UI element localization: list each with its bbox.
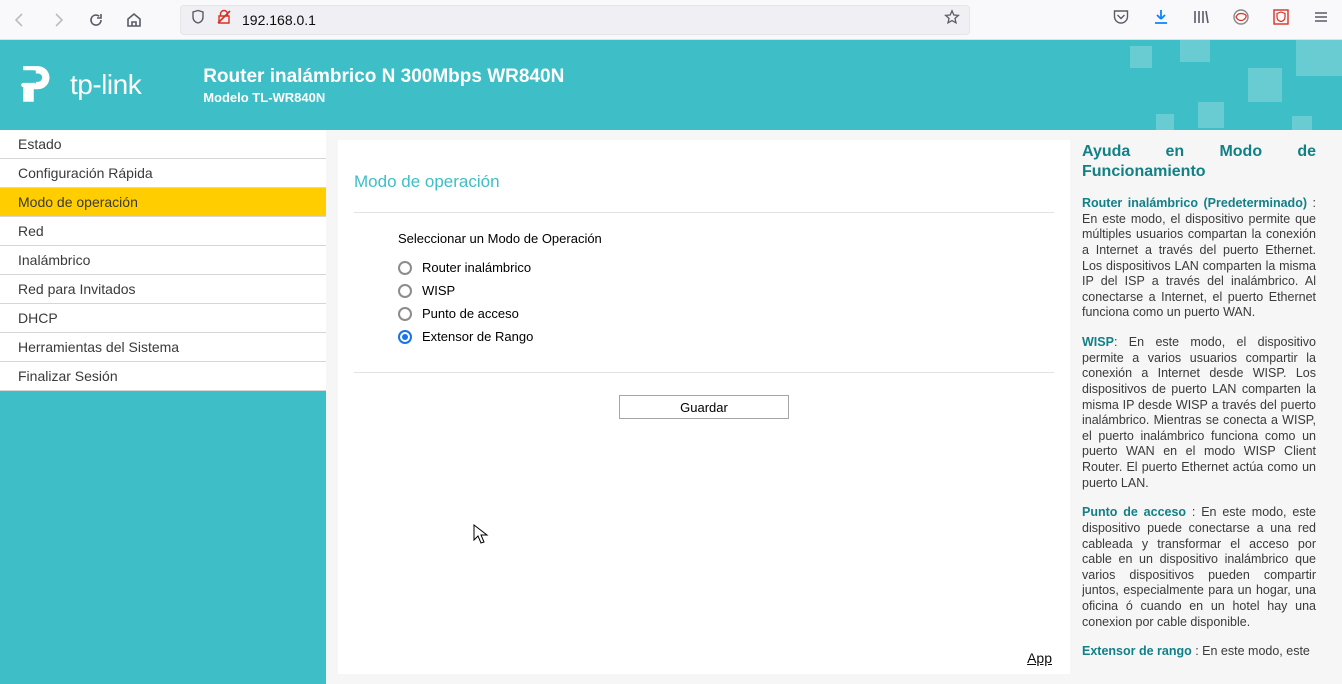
help-body: : En este modo, este: [1192, 644, 1310, 658]
url-text: 192.168.0.1: [242, 12, 934, 28]
sidebar-item-logout[interactable]: Finalizar Sesión: [0, 362, 326, 391]
form-legend: Seleccionar un Modo de Operación: [398, 231, 1054, 246]
help-lead: Punto de acceso: [1082, 505, 1186, 519]
tplink-logo-icon: [18, 64, 60, 106]
radio-label: WISP: [422, 283, 455, 298]
help-paragraph: Router inalámbrico (Predeterminado) : En…: [1082, 196, 1316, 321]
forward-icon[interactable]: [50, 12, 66, 28]
help-body: : En este modo, el dispositivo permite q…: [1082, 196, 1316, 319]
sidebar-item-network[interactable]: Red: [0, 217, 326, 246]
sidebar-item-operation-mode[interactable]: Modo de operación: [0, 188, 326, 217]
radio-icon: [398, 330, 412, 344]
app-subtitle: Modelo TL-WR840N: [203, 90, 564, 105]
sidebar-item-label: Modo de operación: [18, 194, 138, 210]
nav-buttons: [12, 12, 142, 28]
browser-chrome: 192.168.0.1: [0, 0, 1342, 40]
help-lead: Extensor de rango: [1082, 644, 1192, 658]
pocket-icon[interactable]: [1112, 8, 1130, 31]
help-paragraph: Punto de acceso : En este modo, este dis…: [1082, 505, 1316, 630]
sidebar-item-label: Red: [18, 223, 44, 239]
radio-label: Router inalámbrico: [422, 260, 531, 275]
sidebar-item-label: Red para Invitados: [18, 281, 136, 297]
main-area: Modo de operación Seleccionar un Modo de…: [326, 130, 1342, 684]
sidebar-item-dhcp[interactable]: DHCP: [0, 304, 326, 333]
brand-text: tp-link: [70, 69, 141, 101]
lock-insecure-icon[interactable]: [216, 9, 232, 30]
sidebar-item-label: DHCP: [18, 310, 58, 326]
sidebar-item-quicksetup[interactable]: Configuración Rápida: [0, 159, 326, 188]
page-heading: Modo de operación: [354, 172, 1054, 213]
help-panel: Ayuda en Modo de Funcionamiento Router i…: [1082, 130, 1330, 684]
help-body: : En este modo, este dispositivo puede c…: [1082, 505, 1316, 628]
sidebar-item-label: Herramientas del Sistema: [18, 339, 179, 355]
content-panel: Modo de operación Seleccionar un Modo de…: [338, 140, 1070, 674]
help-paragraph: WISP: En este modo, el dispositivo permi…: [1082, 335, 1316, 491]
browser-right-icons: [1112, 8, 1330, 31]
sidebar-item-guest-network[interactable]: Red para Invitados: [0, 275, 326, 304]
app-title: Router inalámbrico N 300Mbps WR840N: [203, 66, 564, 88]
extension-icon[interactable]: [1232, 8, 1250, 31]
app-header: tp-link Router inalámbrico N 300Mbps WR8…: [0, 40, 1342, 130]
app-body: Estado Configuración Rápida Modo de oper…: [0, 130, 1342, 684]
sidebar-item-wireless[interactable]: Inalámbrico: [0, 246, 326, 275]
url-bar[interactable]: 192.168.0.1: [180, 5, 970, 35]
radio-icon: [398, 284, 412, 298]
help-paragraph: Extensor de rango : En este modo, este: [1082, 644, 1316, 660]
radio-icon: [398, 261, 412, 275]
help-lead: WISP: [1082, 335, 1114, 349]
sidebar: Estado Configuración Rápida Modo de oper…: [0, 130, 326, 684]
operation-mode-form: Seleccionar un Modo de Operación Router …: [354, 213, 1054, 373]
brand-logo: tp-link: [18, 64, 141, 106]
sidebar-item-label: Estado: [18, 136, 62, 152]
radio-icon: [398, 307, 412, 321]
hamburger-icon[interactable]: [1312, 8, 1330, 31]
radio-range-extender[interactable]: Extensor de Rango: [398, 325, 1054, 348]
header-decoration: [1042, 40, 1342, 130]
radio-wisp[interactable]: WISP: [398, 279, 1054, 302]
sidebar-item-label: Inalámbrico: [18, 252, 90, 268]
shield-box-icon[interactable]: [1272, 8, 1290, 31]
sidebar-item-system-tools[interactable]: Herramientas del Sistema: [0, 333, 326, 362]
radio-wireless-router[interactable]: Router inalámbrico: [398, 256, 1054, 279]
help-body: : En este modo, el dispositivo permite a…: [1082, 335, 1316, 490]
sidebar-item-label: Configuración Rápida: [18, 165, 153, 181]
home-icon[interactable]: [126, 12, 142, 28]
reload-icon[interactable]: [88, 12, 104, 28]
app-link[interactable]: App: [1027, 650, 1052, 666]
radio-access-point[interactable]: Punto de acceso: [398, 302, 1054, 325]
download-icon[interactable]: [1152, 8, 1170, 31]
radio-label: Punto de acceso: [422, 306, 519, 321]
sidebar-item-status[interactable]: Estado: [0, 130, 326, 159]
sidebar-item-label: Finalizar Sesión: [18, 368, 118, 384]
bookmark-star-icon[interactable]: [944, 9, 960, 30]
help-heading: Ayuda en Modo de Funcionamiento: [1082, 142, 1316, 182]
save-button[interactable]: Guardar: [619, 395, 789, 419]
radio-label: Extensor de Rango: [422, 329, 533, 344]
help-lead: Router inalámbrico (Predeterminado): [1082, 196, 1307, 210]
library-icon[interactable]: [1192, 8, 1210, 31]
back-icon[interactable]: [12, 12, 28, 28]
shield-icon[interactable]: [190, 9, 206, 30]
